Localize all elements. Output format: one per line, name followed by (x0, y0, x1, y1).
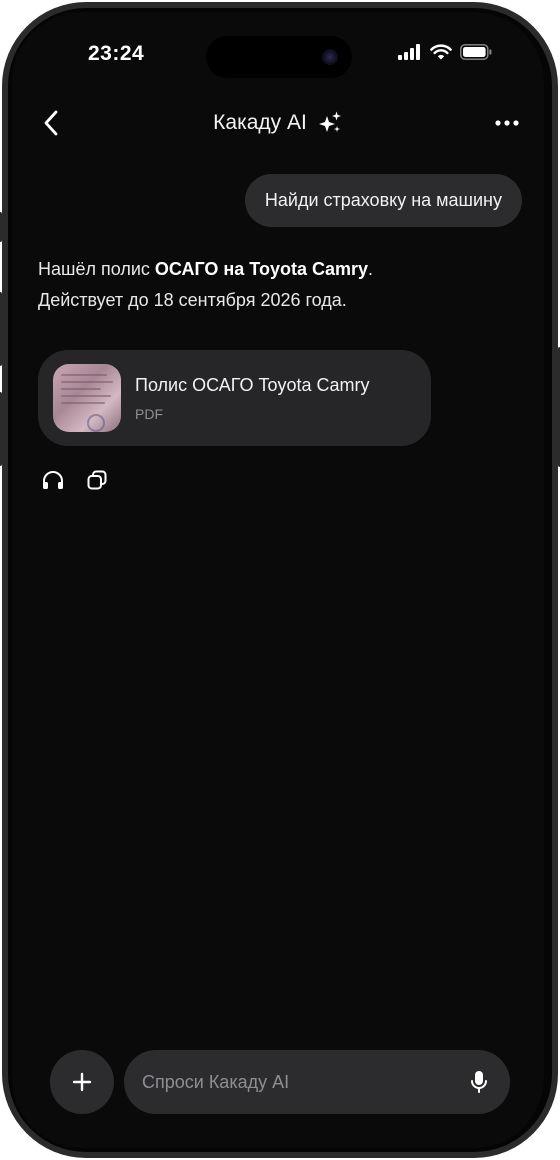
chat-header: Какаду AI (12, 110, 544, 136)
more-horizontal-icon (495, 120, 519, 126)
status-time: 23:24 (88, 42, 145, 65)
thumb-text-line (61, 402, 105, 404)
message-input[interactable] (142, 1050, 442, 1114)
battery-icon (460, 44, 492, 60)
phone-action-button (0, 212, 2, 242)
dynamic-island (206, 36, 352, 78)
thumb-stamp (87, 414, 105, 432)
ai-message-line2: Действует до 18 сентября 2026 года. (38, 290, 347, 310)
wifi-icon (430, 44, 452, 60)
more-options-button[interactable] (492, 112, 522, 134)
thumb-text-line (61, 395, 111, 397)
sparkles-icon (318, 111, 341, 132)
user-message-bubble: Найди страховку на машину (244, 174, 522, 227)
message-input-container (124, 1050, 510, 1114)
copy-button[interactable] (85, 468, 109, 492)
ai-message: Нашёл полис ОСАГО на Toyota Camry. Дейст… (38, 254, 478, 316)
document-thumbnail (53, 364, 121, 432)
ai-message-text-start: Нашёл полис (38, 259, 155, 279)
listen-button[interactable] (41, 468, 65, 492)
voice-input-button[interactable] (466, 1069, 492, 1095)
ai-message-bold-text: ОСАГО на Toyota Camry (154, 259, 368, 279)
phone-volume-down-button (0, 392, 2, 466)
phone-volume-up-button (0, 292, 2, 366)
thumb-text-line (61, 381, 113, 383)
front-camera (322, 49, 338, 65)
headphones-icon (43, 471, 63, 489)
attachment-name: Полис ОСАГО Toyota Camry (135, 375, 370, 395)
thumb-text-line (61, 374, 107, 376)
copy-icon (87, 470, 107, 490)
attachment-card[interactable]: Полис ОСАГО Toyota Camry PDF (38, 350, 431, 446)
plus-icon (72, 1072, 92, 1092)
phone-screen: 23:24 Какаду AI Найди страховку на машин… (12, 12, 544, 1148)
ai-message-text-end: . (368, 259, 374, 279)
microphone-icon (471, 1071, 487, 1093)
attachment-type: PDF (135, 406, 163, 422)
cellular-signal-icon (398, 44, 420, 60)
thumb-text-line (61, 388, 101, 390)
chat-title: Какаду AI (213, 111, 307, 134)
add-attachment-button[interactable] (50, 1050, 114, 1114)
status-icons (398, 44, 492, 60)
